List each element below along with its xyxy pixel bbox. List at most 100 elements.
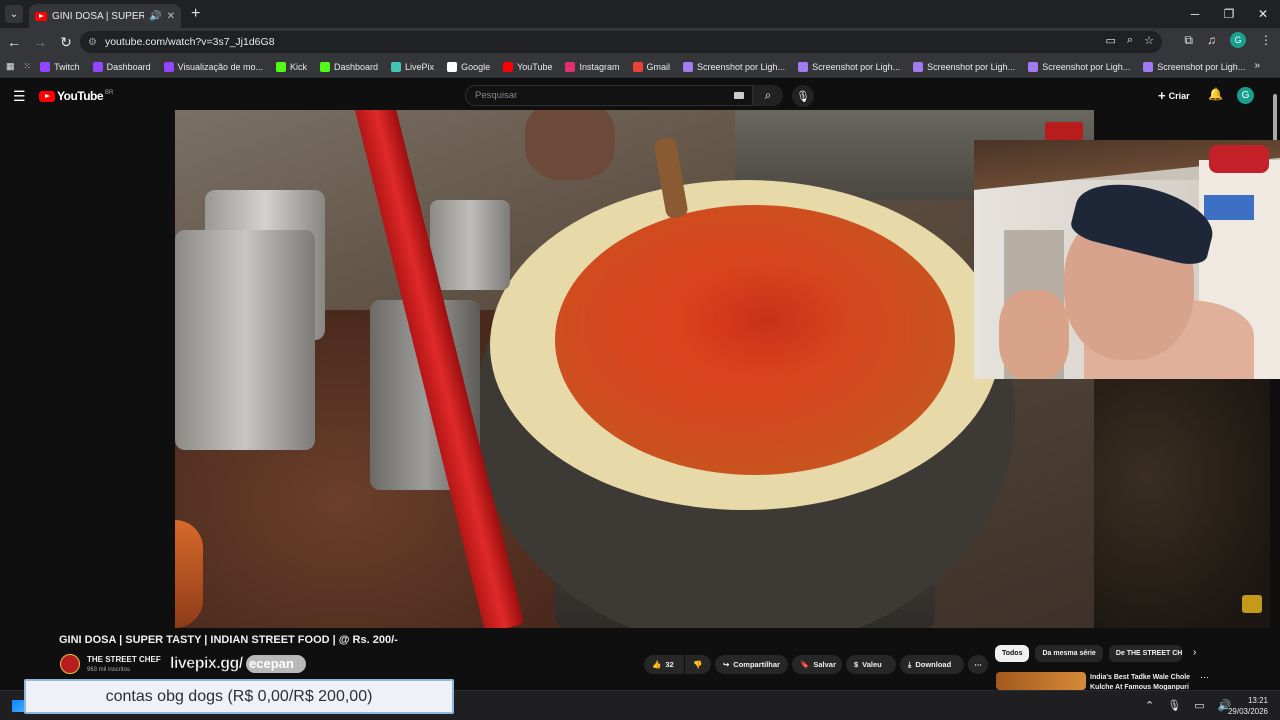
channel-avatar[interactable] <box>60 654 80 674</box>
site-info-icon[interactable]: ⚙ <box>88 37 97 48</box>
zoom-icon[interactable]: ⌕ <box>1127 34 1133 47</box>
search-button[interactable]: ⌕ <box>753 85 783 106</box>
window-controls: ─ ❐ ✕ <box>1178 0 1280 28</box>
share-icon: ↪ <box>723 660 730 669</box>
recommendation-thumbnail[interactable] <box>996 672 1086 690</box>
save-icon: 🔖 <box>800 660 810 669</box>
microphone-icon[interactable]: 🎙 <box>1167 699 1181 712</box>
browser-tab-bar: ⌄ GINI DOSA | SUPER TASTY | 🔊 ✕ + ─ ❐ ✕ <box>0 0 1280 28</box>
apps-icon[interactable]: ⁙ <box>24 61 32 72</box>
bookmark-favicon-icon <box>391 61 402 72</box>
bookmark-favicon-icon <box>163 61 174 72</box>
bookmark-label: Instagram <box>579 61 620 72</box>
bookmark-grid-icon[interactable]: ▦ <box>6 61 15 72</box>
download-icon: ⤓ <box>908 659 912 669</box>
chip-channel[interactable]: De THE STREET CHEF <box>1108 645 1182 662</box>
bookmark-item[interactable]: Dashboard <box>92 61 151 72</box>
youtube-logo[interactable]: YouTube BR <box>39 89 113 103</box>
windows-start-icon[interactable] <box>12 700 24 712</box>
donation-goal-text: contas obg dogs (R$ 0,00/R$ 200,00) <box>105 687 373 705</box>
profile-avatar[interactable]: G <box>1230 32 1246 48</box>
voice-search-icon[interactable]: 🎙 <box>792 85 814 107</box>
bookmark-label: Google <box>461 61 491 72</box>
bookmark-label: LivePix <box>405 61 435 72</box>
close-window-icon[interactable]: ✕ <box>1246 0 1280 28</box>
bookmark-label: Visualização de mo... <box>177 61 263 72</box>
bookmark-item[interactable]: Instagram <box>565 61 620 72</box>
chevron-right-icon[interactable]: › <box>1193 647 1196 658</box>
dislike-button[interactable]: 👎 <box>685 655 711 674</box>
media-control-icon[interactable]: ♫ <box>1207 33 1216 47</box>
bookmark-item[interactable]: Dashboard <box>320 61 378 72</box>
search-input[interactable]: Pesquisar <box>465 85 753 106</box>
scroll-thumb[interactable] <box>1273 94 1277 144</box>
bookmark-label: YouTube <box>517 61 553 72</box>
save-label: Salvar <box>813 660 836 669</box>
save-button[interactable]: 🔖 Salvar <box>792 655 842 674</box>
bookmark-label: Screenshot por Ligh... <box>1157 61 1246 72</box>
bookmark-item[interactable]: Twitch <box>40 61 80 72</box>
recommendation-title[interactable]: India's Best Tadke Wale Chole Kulche At … <box>1090 673 1210 690</box>
keyboard-icon[interactable] <box>734 92 744 99</box>
audio-playing-icon[interactable]: 🔊 <box>149 11 161 22</box>
bookmark-favicon-icon <box>565 61 576 72</box>
youtube-favicon-icon <box>35 11 47 21</box>
close-tab-icon[interactable]: ✕ <box>167 11 175 22</box>
account-avatar[interactable]: G <box>1237 87 1254 104</box>
bookmark-item[interactable]: Screenshot por Ligh... <box>683 61 785 72</box>
clock[interactable]: 13:21 29/03/2026 <box>1226 695 1268 717</box>
recommendation-chips: Todos Da mesma série De THE STREET CHEF <box>995 645 1182 662</box>
create-button[interactable]: + Criar <box>1158 88 1190 103</box>
bookmark-favicon-icon <box>913 61 924 72</box>
bookmark-item[interactable]: YouTube <box>503 61 553 72</box>
video-hand <box>525 110 615 180</box>
forward-button[interactable]: → <box>28 34 52 50</box>
bookmark-item[interactable]: Screenshot por Ligh... <box>1028 61 1130 72</box>
channel-name[interactable]: THE STREET CHEF <box>87 655 161 664</box>
bookmark-label: Dashboard <box>106 61 151 72</box>
bookmark-item[interactable]: Kick <box>276 61 307 72</box>
bookmark-item[interactable]: LivePix <box>391 61 435 72</box>
video-bowl <box>175 520 203 628</box>
bookmark-item[interactable]: Google <box>447 61 491 72</box>
chip-same-series[interactable]: Da mesma série <box>1035 645 1103 662</box>
tab-title: GINI DOSA | SUPER TASTY | <box>52 10 145 22</box>
recommendation-menu-icon[interactable]: ⋯ <box>1200 672 1209 683</box>
notifications-bell-icon[interactable]: 🔔 <box>1208 87 1223 101</box>
browser-tab[interactable]: GINI DOSA | SUPER TASTY | 🔊 ✕ <box>29 4 181 28</box>
bookmark-item[interactable]: Screenshot por Ligh... <box>798 61 900 72</box>
region-label: BR <box>105 90 114 96</box>
bookmark-favicon-icon <box>40 61 51 72</box>
address-bar[interactable]: ⚙ youtube.com/watch?v=3s7_Jj1d6G8 ▭ ⌕ ☆ <box>80 31 1162 53</box>
thanks-button[interactable]: $ Valeu <box>846 655 896 674</box>
extensions-icon[interactable]: ⧉ <box>1184 33 1193 48</box>
plus-icon: + <box>1158 88 1166 103</box>
bookmark-item[interactable]: Screenshot por Ligh... <box>1143 61 1246 72</box>
display-icon[interactable]: ▭ <box>1194 699 1204 712</box>
share-button[interactable]: ↪ Compartilhar <box>715 655 788 674</box>
bookmark-item[interactable]: Screenshot por Ligh... <box>913 61 1015 72</box>
more-bookmarks-icon[interactable]: » <box>1254 60 1260 71</box>
donation-goal-overlay: contas obg dogs (R$ 0,00/R$ 200,00) <box>24 679 454 714</box>
restore-icon[interactable]: ❐ <box>1212 0 1246 28</box>
more-actions-icon[interactable]: ⋯ <box>968 655 988 674</box>
bookmark-label: Gmail <box>646 61 671 72</box>
menu-icon[interactable]: ☰ <box>13 88 26 105</box>
chevron-up-icon[interactable]: ⌃ <box>1145 699 1154 712</box>
webcam-person-hand <box>999 290 1069 379</box>
bookmark-star-icon[interactable]: ☆ <box>1144 34 1154 47</box>
thumbs-down-icon: 👎 <box>693 660 703 669</box>
back-button[interactable]: ← <box>2 34 26 50</box>
chip-all[interactable]: Todos <box>995 645 1030 662</box>
tab-search-button[interactable]: ⌄ <box>5 5 23 23</box>
like-button[interactable]: 👍 32 <box>644 655 684 674</box>
minimize-icon[interactable]: ─ <box>1178 0 1212 28</box>
video-player[interactable] <box>175 110 1094 628</box>
cast-icon[interactable]: ▭ <box>1106 34 1116 47</box>
bookmark-item[interactable]: Visualização de mo... <box>163 61 263 72</box>
new-tab-button[interactable]: + <box>191 5 200 23</box>
bookmark-item[interactable]: Gmail <box>632 61 671 72</box>
reload-button[interactable]: ↻ <box>54 34 78 51</box>
download-button[interactable]: ⤓ Download <box>900 655 964 674</box>
chrome-menu-icon[interactable]: ⋮ <box>1260 33 1272 47</box>
